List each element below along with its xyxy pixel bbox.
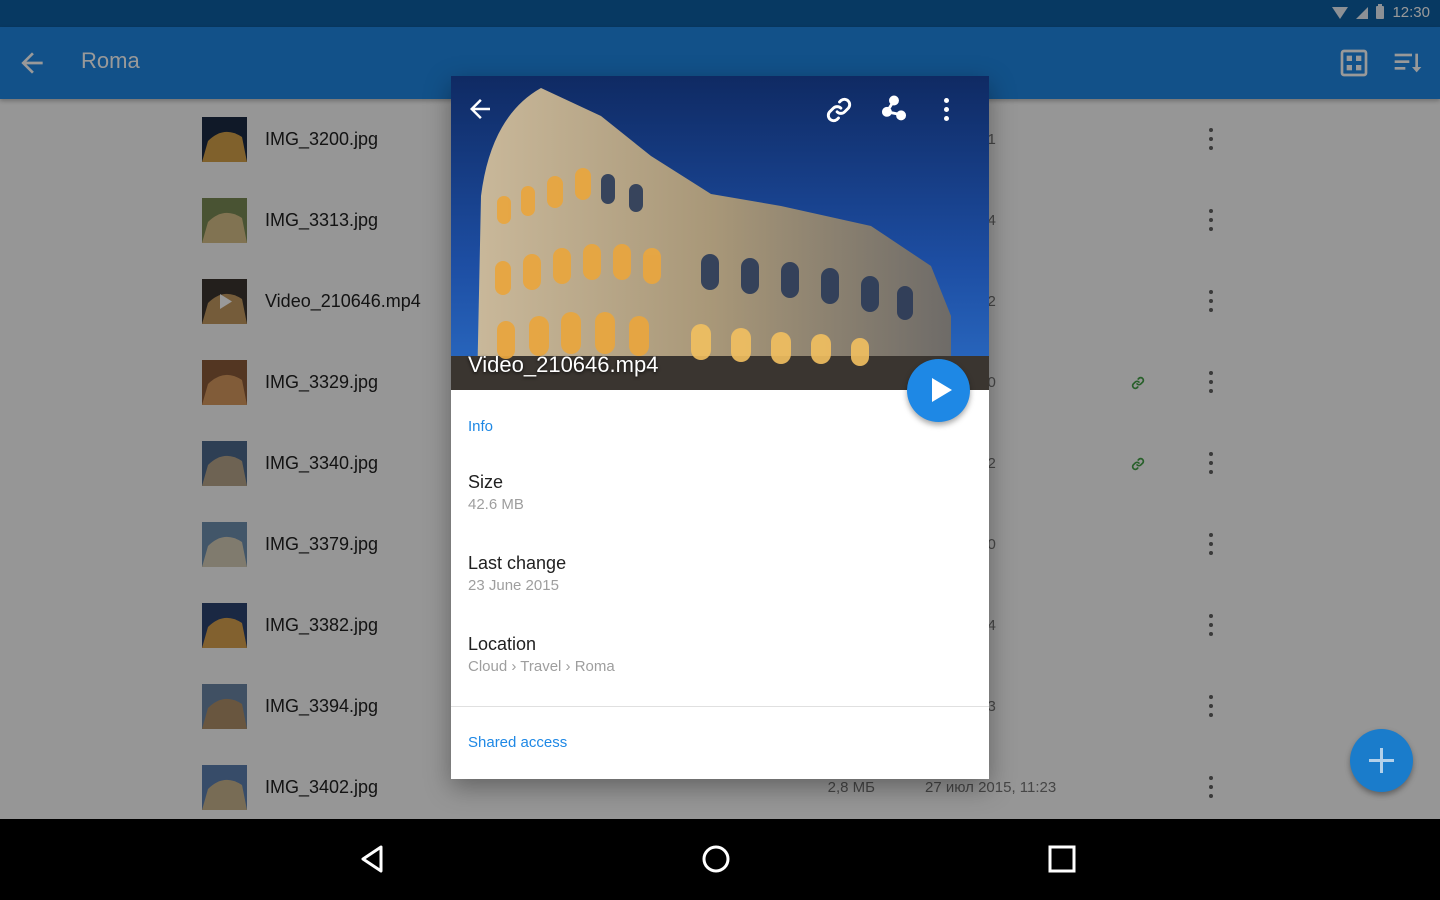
shared-access-header[interactable]: Shared access	[468, 734, 567, 751]
location-label: Location	[468, 634, 537, 654]
more-vert-icon[interactable]	[935, 94, 957, 126]
last-change-label: Last change	[468, 553, 567, 573]
share-icon[interactable]	[877, 92, 911, 126]
location-value[interactable]: Cloud › Travel › Roma	[468, 658, 615, 675]
dialog-title: Video_210646.mp4	[468, 352, 659, 377]
preview-image: Video_210646.mp4	[451, 76, 989, 390]
last-change-value: 23 June 2015	[468, 577, 559, 594]
size-label: Size	[468, 472, 504, 492]
link-icon[interactable]	[823, 94, 855, 126]
file-details-dialog: Video_210646.mp4 Info Size 42.6 MB Last …	[451, 76, 989, 779]
nav-home-icon[interactable]	[698, 841, 734, 877]
nav-recents-icon[interactable]	[1044, 841, 1080, 877]
size-value: 42.6 MB	[468, 496, 524, 513]
info-header: Info	[468, 418, 494, 435]
arrow-left-icon[interactable]	[465, 94, 495, 124]
divider	[451, 706, 989, 707]
navigation-bar	[0, 819, 1440, 900]
nav-back-icon[interactable]	[354, 841, 390, 877]
play-button[interactable]	[907, 359, 970, 422]
add-button[interactable]	[1350, 729, 1413, 792]
